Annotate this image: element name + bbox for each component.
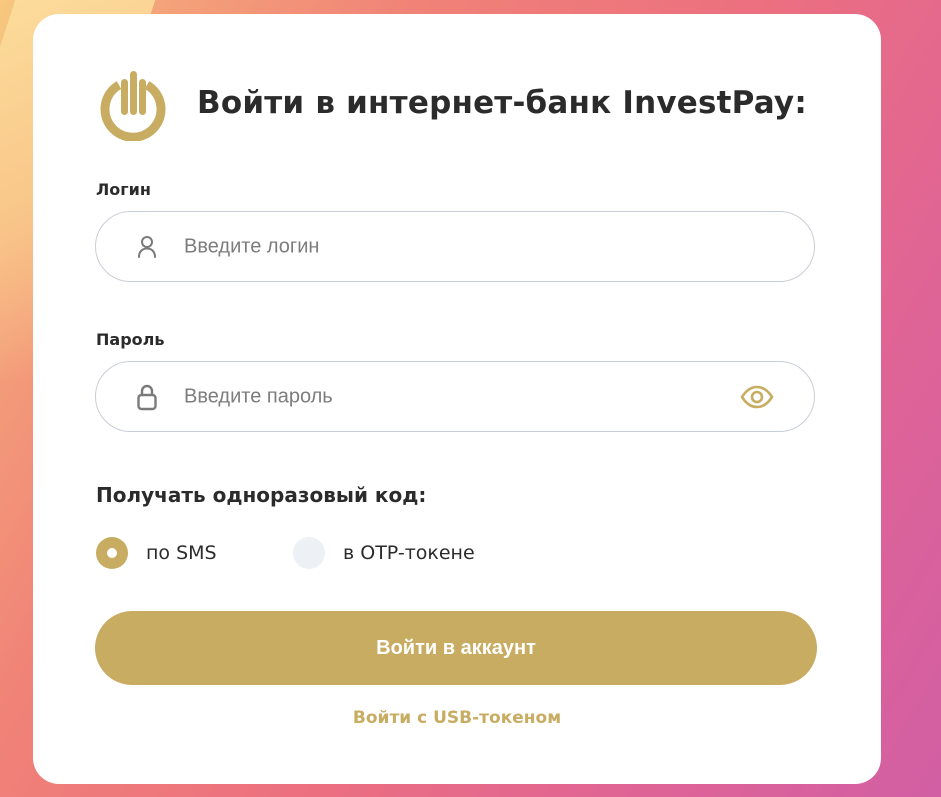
radio-otp-token[interactable] bbox=[293, 537, 325, 569]
login-input[interactable] bbox=[184, 235, 724, 258]
header: Войти в интернет-банк InvestPay: bbox=[95, 65, 807, 141]
radio-option-sms[interactable]: по SMS bbox=[96, 537, 217, 569]
radio-label-otp-token: в OTP-токене bbox=[343, 542, 475, 564]
radio-sms[interactable] bbox=[96, 537, 128, 569]
eye-icon[interactable] bbox=[740, 385, 774, 409]
login-button[interactable]: Войти в аккаунт bbox=[95, 611, 817, 685]
radio-label-sms: по SMS bbox=[146, 542, 217, 564]
radio-option-otp-token[interactable]: в OTP-токене bbox=[293, 537, 475, 569]
password-field[interactable] bbox=[95, 361, 815, 432]
otp-heading: Получать одноразовый код: bbox=[96, 483, 427, 507]
user-icon bbox=[134, 234, 160, 260]
login-card: Войти в интернет-банк InvestPay: Логин П… bbox=[33, 14, 881, 784]
page-title: Войти в интернет-банк InvestPay: bbox=[197, 85, 807, 121]
login-label: Логин bbox=[96, 180, 151, 199]
lock-icon bbox=[134, 384, 160, 410]
password-label: Пароль bbox=[96, 330, 165, 349]
password-input[interactable] bbox=[184, 385, 724, 408]
usb-token-login-link[interactable]: Войти с USB-токеном bbox=[33, 708, 881, 728]
login-field[interactable] bbox=[95, 211, 815, 282]
power-logo-icon bbox=[100, 71, 166, 141]
